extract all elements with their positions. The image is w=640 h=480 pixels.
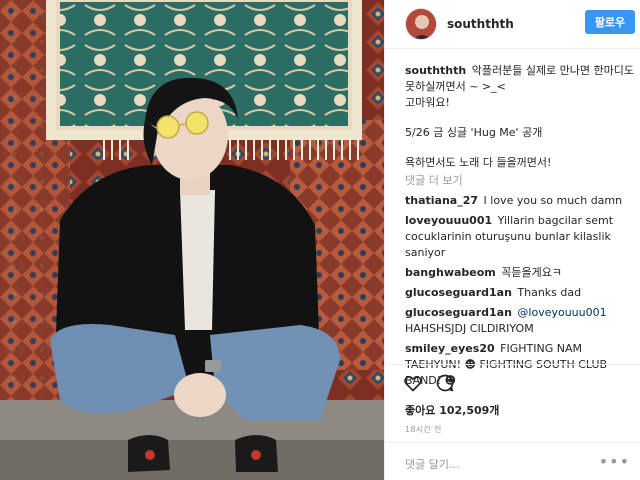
caption-line-2: 고마워요! [405, 96, 450, 109]
comment-text: Thanks dad [517, 286, 582, 299]
post-header: souththth 팔로우 [385, 0, 640, 48]
actions-divider [385, 364, 640, 365]
avatar-image [406, 9, 436, 39]
header-divider [385, 48, 640, 49]
comment-item: loveyouuu001 Yillarin bagcilar semt cocu… [405, 213, 635, 261]
load-more-comments-link[interactable]: 댓글 더 보기 [405, 173, 635, 189]
more-options-icon[interactable]: ••• [599, 452, 630, 471]
comment-text: I love you so much damn [483, 194, 623, 207]
post-photo[interactable] [0, 0, 384, 480]
caption-gap [405, 111, 635, 125]
header-username[interactable]: souththth [447, 17, 514, 31]
post-actions [403, 373, 467, 397]
comment-username[interactable]: glucoseguard1an [405, 286, 512, 299]
comment-bubble-icon-svg [436, 374, 454, 392]
comment-item: banghwabeom 꼭듣을게요ㅋ [405, 265, 635, 281]
post-photo-image [0, 0, 384, 480]
comments-list: souththth 악플러분들 실제로 만나면 한마디도 못하실꺼면서 ~ >_… [405, 63, 635, 389]
post-timestamp[interactable]: 18시간 전 [405, 424, 442, 435]
caption-username[interactable]: souththth [405, 64, 466, 77]
comment-username[interactable]: loveyouuu001 [405, 214, 492, 227]
comment-bubble-icon[interactable] [435, 373, 455, 397]
comment-username[interactable]: banghwabeom [405, 266, 496, 279]
add-comment-divider [385, 442, 640, 443]
heart-icon-svg [404, 375, 422, 392]
comment-username[interactable]: smiley_eyes20 [405, 342, 495, 355]
post-sidebar: souththth 팔로우 souththth 악플러분들 실제로 만나면 한마… [384, 0, 640, 480]
comment-text: HAHSHSJDJ CILDIRIYOM [405, 322, 534, 335]
heart-icon[interactable] [403, 373, 423, 397]
comment-text: 꼭듣을게요ㅋ [501, 266, 563, 279]
follow-button[interactable]: 팔로우 [585, 10, 635, 34]
likes-count[interactable]: 좋아요 102,509개 [405, 402, 499, 418]
add-comment-input[interactable]: 댓글 달기... [405, 456, 459, 472]
comment-item: thatiana_27 I love you so much damn [405, 193, 635, 209]
caption: souththth 악플러분들 실제로 만나면 한마디도 못하실꺼면서 ~ >_… [405, 63, 635, 171]
comment-username[interactable]: glucoseguard1an [405, 306, 512, 319]
comment-mention-link[interactable]: @loveyouuu001 [517, 306, 606, 319]
avatar[interactable] [405, 8, 437, 40]
comment-item: glucoseguard1an Thanks dad [405, 285, 635, 301]
caption-gap [405, 141, 635, 155]
comment-item: glucoseguard1an @loveyouuu001 HAHSHSJDJ … [405, 305, 635, 337]
caption-line-4: 욕하면서도 노래 다 들을꺼면서! [405, 156, 552, 169]
caption-line-3: 5/26 금 싱글 'Hug Me' 공개 [405, 126, 543, 139]
comment-username[interactable]: thatiana_27 [405, 194, 478, 207]
